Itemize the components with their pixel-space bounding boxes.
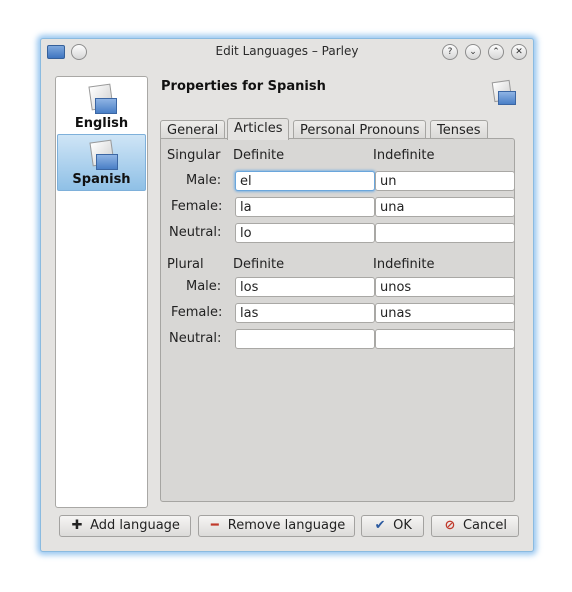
- cancel-button[interactable]: ⊘ Cancel: [431, 515, 519, 537]
- singular-neutral-indefinite-input[interactable]: [375, 223, 515, 243]
- singular-male-definite-input[interactable]: [235, 171, 375, 191]
- language-list: English Spanish: [55, 76, 148, 508]
- singular-male-label: Male:: [186, 173, 222, 188]
- tab-articles[interactable]: Articles: [227, 118, 290, 140]
- articles-panel: Singular Definite Indefinite Male: Femal…: [160, 138, 515, 502]
- cancel-icon: ⊘: [444, 518, 456, 533]
- plural-definite-header: Definite: [233, 257, 285, 272]
- minus-icon: ━: [210, 518, 219, 533]
- sidebar-item-label: English: [74, 116, 129, 131]
- tab-tenses[interactable]: Tenses: [430, 120, 488, 139]
- plural-female-indefinite-input[interactable]: [375, 303, 515, 323]
- singular-male-indefinite-input[interactable]: [375, 171, 515, 191]
- add-language-label: Add language: [90, 518, 180, 533]
- language-document-icon: [88, 139, 118, 170]
- singular-label: Singular: [167, 148, 221, 163]
- remove-language-button[interactable]: ━ Remove language: [198, 515, 355, 537]
- title-bar[interactable]: Edit Languages – Parley ? ⌄ ⌃ ✕: [41, 39, 533, 63]
- singular-neutral-label: Neutral:: [169, 225, 222, 240]
- singular-neutral-definite-input[interactable]: [235, 223, 375, 243]
- plural-indefinite-header: Indefinite: [373, 257, 435, 272]
- add-language-button[interactable]: ✚ Add language: [59, 515, 191, 537]
- plural-male-label: Male:: [186, 279, 222, 294]
- plural-label: Plural: [167, 257, 204, 272]
- ok-label: OK: [393, 518, 412, 533]
- tab-general[interactable]: General: [160, 120, 226, 139]
- language-document-icon: [87, 83, 117, 114]
- singular-female-indefinite-input[interactable]: [375, 197, 515, 217]
- ok-button[interactable]: ✔ OK: [361, 515, 424, 537]
- checkmark-icon: ✔: [374, 518, 386, 533]
- singular-definite-header: Definite: [233, 148, 285, 163]
- cancel-label: Cancel: [462, 518, 508, 533]
- window-title: Edit Languages – Parley: [215, 44, 359, 58]
- sidebar-item-english[interactable]: English: [57, 79, 146, 134]
- singular-female-definite-input[interactable]: [235, 197, 375, 217]
- tab-personal-pronouns[interactable]: Personal Pronouns: [293, 120, 427, 139]
- plural-neutral-indefinite-input[interactable]: [375, 329, 515, 349]
- plural-female-label: Female:: [171, 305, 223, 320]
- close-icon[interactable]: ✕: [511, 44, 527, 60]
- page-title: Properties for Spanish: [161, 79, 326, 94]
- remove-language-label: Remove language: [227, 518, 346, 533]
- sidebar-item-spanish[interactable]: Spanish: [57, 134, 146, 191]
- singular-indefinite-header: Indefinite: [373, 148, 435, 163]
- singular-female-label: Female:: [171, 199, 223, 214]
- sidebar-item-label: Spanish: [72, 172, 131, 187]
- help-icon[interactable]: ?: [442, 44, 458, 60]
- language-document-icon: [491, 79, 516, 105]
- minimize-icon[interactable]: ⌄: [465, 44, 481, 60]
- plus-icon: ✚: [71, 518, 83, 533]
- maximize-icon[interactable]: ⌃: [488, 44, 504, 60]
- plural-male-definite-input[interactable]: [235, 277, 375, 297]
- edit-languages-dialog: Edit Languages – Parley ? ⌄ ⌃ ✕ English …: [40, 38, 534, 552]
- plural-neutral-label: Neutral:: [169, 331, 222, 346]
- plural-female-definite-input[interactable]: [235, 303, 375, 323]
- plural-male-indefinite-input[interactable]: [375, 277, 515, 297]
- plural-neutral-definite-input[interactable]: [235, 329, 375, 349]
